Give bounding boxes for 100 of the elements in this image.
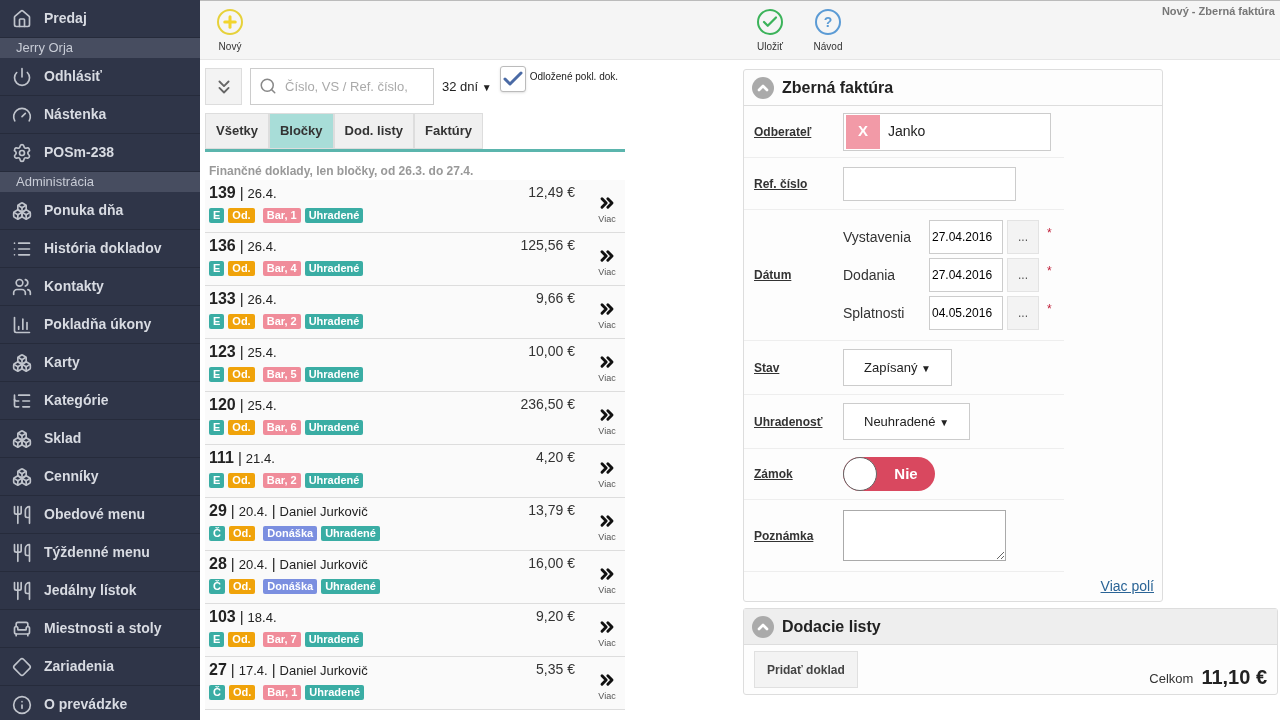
separator: | [239, 183, 244, 203]
toolbar-button[interactable]: Nový [208, 1, 252, 59]
tag: E [209, 208, 225, 223]
tag: E [209, 261, 225, 276]
tab[interactable]: Všetky [205, 113, 269, 149]
sidebar-item[interactable]: Týždenné menu [0, 534, 200, 572]
tab[interactable]: Bločky [268, 113, 334, 149]
sidebar-item[interactable]: Jedálny lístok [0, 572, 200, 610]
date-field[interactable]: 04.05.2016 [929, 296, 1003, 330]
tag: Od. [228, 208, 255, 223]
receipt-date: 17.4. [238, 662, 268, 680]
receipt-row[interactable]: 120 | 25.4. E Od. Bar, 6 Uhradené 236,50 € Viac [205, 392, 625, 445]
tag: Uhradené [305, 685, 364, 700]
sidebar-item[interactable]: Nástenka [0, 96, 200, 134]
amount: 125,56 € [519, 236, 575, 255]
toolbar-button[interactable]: ? Návod [806, 1, 850, 59]
customer-field[interactable]: X Janko [843, 112, 1051, 151]
receipt-date: 26.4. [247, 185, 277, 203]
tag: Od. [228, 420, 255, 435]
required-mark: * [1047, 225, 1052, 242]
search-field[interactable]: Číslo, VS / Ref. číslo, [250, 68, 434, 105]
select-field[interactable]: Neuhradené ▼ [843, 403, 971, 440]
amount: 13,79 € [527, 501, 575, 520]
tag: Od. [228, 473, 255, 488]
receipt-number: 133 [209, 289, 236, 309]
date-picker-button[interactable]: ... [1007, 258, 1039, 292]
toolbar-button[interactable]: Uložiť [748, 1, 792, 59]
customer-name: Daniel Jurkovič [279, 556, 368, 574]
separator: | [230, 660, 235, 680]
tab[interactable]: Dod. listy [333, 113, 415, 149]
amount: 9,66 € [535, 289, 575, 308]
tag: Od. [228, 261, 255, 276]
more-button[interactable]: Viac [593, 551, 621, 603]
sidebar-item[interactable]: Kontakty [0, 268, 200, 306]
page-title: Nový - Zberná faktúra [1161, 4, 1275, 19]
separator: | [237, 448, 242, 468]
tag: Uhradené [304, 261, 364, 276]
field-label: Dátum [754, 267, 793, 284]
list-caption: Finančné doklady, len bločky, od 26.3. do 27.4. [208, 163, 475, 180]
tag: Uhradené [304, 314, 364, 329]
more-button[interactable]: Viac [593, 286, 621, 338]
receipt-date: 18.4. [247, 609, 277, 627]
receipt-row[interactable]: 103 | 18.4. E Od. Bar, 7 Uhradené 9,20 € Viac [205, 604, 625, 657]
more-button[interactable]: Viac [593, 604, 621, 656]
period-dropdown[interactable]: 32 dní ▼ [442, 76, 492, 97]
more-button[interactable]: Viac [593, 445, 621, 497]
sidebar-item[interactable]: Obedové menu [0, 496, 200, 534]
more-button[interactable]: Viac [593, 339, 621, 391]
receipt-row[interactable]: 133 | 26.4. E Od. Bar, 2 Uhradené 9,66 € Viac [205, 286, 625, 339]
separator: | [230, 554, 235, 574]
more-button[interactable]: Viac [593, 498, 621, 550]
date-picker-button[interactable]: ... [1007, 220, 1039, 254]
select-field[interactable]: Zapísaný ▼ [843, 349, 952, 386]
field-label: Stav [754, 359, 781, 377]
more-fields-link[interactable]: Viac polí [1100, 576, 1154, 597]
total-amount: 11,10 € [1201, 666, 1267, 688]
toggle-switch[interactable]: Nie [843, 457, 935, 491]
help-icon: ? [815, 9, 841, 35]
receipt-row[interactable]: 111 | 21.4. E Od. Bar, 2 Uhradené 4,20 € Viac [205, 445, 625, 498]
date-picker-button[interactable]: ... [1007, 296, 1039, 330]
receipt-row[interactable]: 123 | 25.4. E Od. Bar, 5 Uhradené 10,00 € Viac [205, 339, 625, 392]
sidebar-item[interactable]: O prevádzke [0, 686, 200, 720]
tag: Uhradené [304, 473, 364, 488]
tag: Bar, 2 [262, 473, 301, 488]
sidebar-item[interactable]: Karty [0, 344, 200, 382]
sidebar-item[interactable]: Sklad [0, 420, 200, 458]
field-label: Poznámka [754, 527, 815, 545]
date-field[interactable]: 27.04.2016 [929, 220, 1003, 254]
add-document-button[interactable]: Pridať doklad [754, 651, 858, 688]
tag: E [209, 473, 225, 488]
field-label: Odberateľ [754, 123, 813, 141]
sidebar-item[interactable]: Odhlásiť [0, 58, 200, 96]
tag: Od. [228, 685, 256, 700]
tab[interactable]: Faktúry [414, 113, 484, 149]
total-label: Celkom [1149, 669, 1194, 688]
receipt-row[interactable]: 136 | 26.4. E Od. Bar, 4 Uhradené 125,56 € Viac [205, 233, 625, 286]
tag: Č [209, 685, 225, 700]
amount: 12,49 € [527, 183, 575, 202]
sidebar-item[interactable]: Ponuka dňa [0, 192, 200, 230]
receipt-row[interactable]: 139 | 26.4. E Od. Bar, 1 Uhradené 12,49 € Viac [205, 180, 625, 233]
sidebar-item[interactable]: Miestnosti a stoly [0, 610, 200, 648]
tag: Uhradené [304, 420, 364, 435]
sidebar-item[interactable]: História dokladov [0, 230, 200, 268]
more-button[interactable]: Viac [593, 233, 621, 285]
date-field[interactable]: 27.04.2016 [929, 258, 1003, 292]
sidebar-item[interactable]: Pokladňa úkony [0, 306, 200, 344]
sidebar-item[interactable]: Kategórie [0, 382, 200, 420]
sidebar-item[interactable]: Cenníky [0, 458, 200, 496]
tag: Od. [228, 632, 255, 647]
customer-name: Daniel Jurkovič [279, 503, 368, 521]
receipt-row[interactable]: 28 | 20.4. | Daniel Jurkovič Č Od. Donáška Uhradené 16,00 € Viac [205, 551, 625, 604]
receipt-row[interactable]: 29 | 20.4. | Daniel Jurkovič Č Od. Donáška Uhradené 13,79 € Viac [205, 498, 625, 551]
required-mark: * [1047, 263, 1052, 280]
more-button[interactable]: Viac [593, 392, 621, 444]
more-button[interactable]: Viac [593, 657, 621, 709]
date-label: Dodania [843, 265, 897, 285]
receipt-row[interactable]: 27 | 17.4. | Daniel Jurkovič Č Od. Bar, 1 Uhradené 5,35 € Viac [205, 657, 625, 710]
more-button[interactable]: Viac [593, 180, 621, 232]
tag: Uhradené [321, 579, 380, 594]
sidebar-item[interactable]: Zariadenia [0, 648, 200, 686]
